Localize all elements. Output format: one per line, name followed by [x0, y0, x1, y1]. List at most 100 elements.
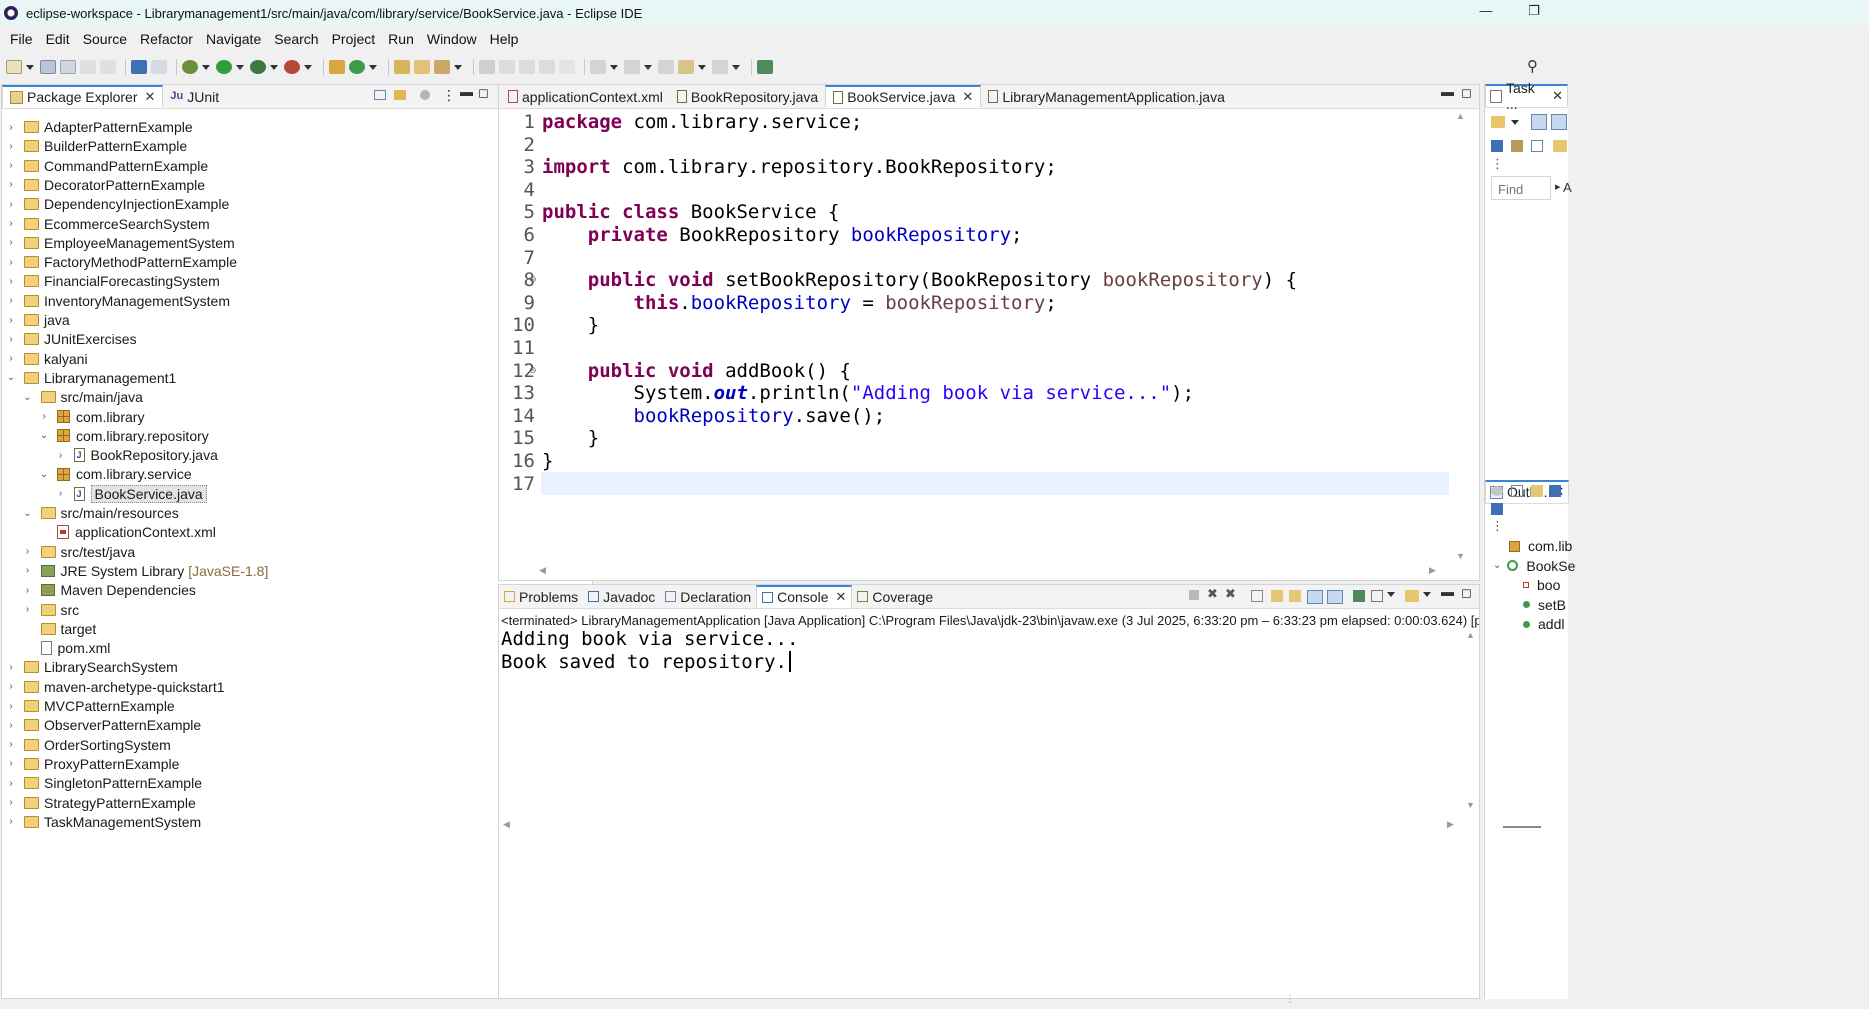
new-java-class-icon[interactable] — [349, 60, 365, 74]
show-on-stdout-icon[interactable] — [1307, 590, 1323, 604]
synchronize-icon[interactable] — [1553, 140, 1567, 152]
tree-item[interactable]: › StrategyPatternExample — [6, 793, 195, 813]
menu-project[interactable]: Project — [326, 31, 382, 47]
next-annotation-icon[interactable] — [590, 60, 606, 74]
tab-javadoc[interactable]: Javadoc — [583, 585, 660, 608]
scroll-up-icon[interactable]: ▲ — [1456, 111, 1465, 121]
collapse-all-icon[interactable] — [1511, 485, 1523, 497]
scroll-lock-icon[interactable] — [1271, 590, 1283, 602]
editor-vertical-scrollbar[interactable]: ▲ ▼ — [1454, 111, 1468, 567]
tree-item[interactable]: ⌄ Librarymanagement1 — [6, 368, 177, 388]
chevron-right-icon[interactable]: › — [6, 681, 16, 692]
debug-dropdown-icon[interactable] — [202, 64, 210, 70]
word-wrap-icon[interactable] — [519, 60, 535, 74]
chevron-right-icon[interactable]: › — [6, 315, 16, 326]
close-icon[interactable]: ✕ — [145, 89, 156, 105]
display-console-dropdown-icon[interactable] — [1387, 592, 1395, 597]
find-menu-icon[interactable]: ▸ — [1555, 180, 1561, 193]
chevron-right-icon[interactable]: › — [6, 353, 16, 364]
tree-item[interactable]: › DecoratorPatternExample — [6, 175, 205, 195]
maximize-button[interactable]: ❐ — [1522, 3, 1546, 21]
scroll-left-icon[interactable]: ◀ — [503, 819, 510, 830]
search-dropdown-icon[interactable] — [454, 64, 462, 70]
scheduled-icon[interactable] — [1551, 114, 1567, 130]
new-dropdown-icon[interactable] — [26, 64, 34, 70]
scroll-right-icon[interactable]: ▶ — [1447, 819, 1454, 830]
editor-tab[interactable]: LibraryManagementApplication.java — [981, 85, 1232, 108]
chevron-right-icon[interactable]: › — [23, 585, 33, 596]
chevron-down-icon[interactable]: ⌄ — [23, 508, 33, 519]
chevron-right-icon[interactable]: › — [23, 565, 33, 576]
pin-console-icon[interactable] — [1353, 590, 1365, 602]
tab-declaration[interactable]: Declaration — [660, 585, 756, 608]
chevron-right-icon[interactable]: › — [6, 160, 16, 171]
clear-console-icon[interactable] — [1251, 590, 1263, 602]
tree-item[interactable]: › J BookRepository.java — [56, 445, 218, 465]
chevron-right-icon[interactable]: › — [6, 662, 16, 673]
menu-refactor[interactable]: Refactor — [134, 31, 199, 47]
chevron-down-icon[interactable]: ⌄ — [6, 372, 16, 383]
new-task-icon[interactable] — [1491, 116, 1505, 128]
word-wrap-console-icon[interactable] — [1289, 590, 1301, 602]
tree-item[interactable]: › java — [6, 310, 69, 330]
collapse-all-icon[interactable] — [1531, 140, 1543, 152]
tree-item[interactable]: › src/test/java — [23, 542, 135, 562]
outline-item[interactable]: ⌄ BookSe — [1493, 558, 1575, 574]
chevron-right-icon[interactable]: › — [6, 797, 16, 808]
chevron-right-icon[interactable]: › — [6, 701, 16, 712]
hide-fields-icon[interactable] — [1531, 485, 1543, 497]
previous-annotation-dropdown-icon[interactable] — [644, 64, 652, 70]
tree-item[interactable]: › ObserverPatternExample — [6, 715, 201, 735]
show-whitespace-icon[interactable] — [539, 60, 555, 74]
forward-dropdown-icon[interactable] — [732, 64, 740, 70]
chevron-right-icon[interactable]: › — [6, 758, 16, 769]
view-menu-icon[interactable]: ⋮ — [442, 87, 456, 104]
status-bar-grip-icon[interactable]: ⋮ — [1285, 994, 1295, 1005]
menu-file[interactable]: File — [4, 31, 39, 47]
focus-workweek-icon[interactable] — [1511, 140, 1523, 152]
undo-icon[interactable] — [80, 60, 96, 74]
toggle-block-selection-icon[interactable] — [499, 60, 515, 74]
redo-icon[interactable] — [100, 60, 116, 74]
menu-window[interactable]: Window — [421, 31, 483, 47]
tree-item[interactable]: › LibrarySearchSystem — [6, 657, 178, 677]
tree-item[interactable]: › JRE System Library [JavaSE-1.8] — [23, 561, 269, 581]
tree-item[interactable]: › EmployeeManagementSystem — [6, 233, 234, 253]
menu-search[interactable]: Search — [268, 31, 324, 47]
chevron-down-icon[interactable]: ⌄ — [1493, 560, 1501, 571]
tree-item[interactable]: › InventoryManagementSystem — [6, 291, 230, 311]
hide-completed-icon[interactable] — [1491, 140, 1503, 152]
tab-package-explorer[interactable]: Package Explorer ✕ — [2, 85, 164, 108]
tree-item[interactable]: ⌄ src/main/resources — [23, 503, 178, 523]
tree-item[interactable]: pom.xml — [23, 638, 110, 658]
tree-item[interactable]: target — [23, 619, 96, 639]
new-icon[interactable] — [6, 60, 22, 74]
chevron-right-icon[interactable]: › — [56, 488, 66, 499]
menu-edit[interactable]: Edit — [40, 31, 76, 47]
tree-item[interactable]: ⌄ src/main/java — [23, 387, 143, 407]
pin-editor-icon[interactable] — [757, 60, 773, 74]
tree-item[interactable]: › J BookService.java — [56, 484, 207, 504]
minimize-view-icon[interactable]: ▬ — [460, 84, 473, 99]
scroll-up-icon[interactable]: ▲ — [1466, 630, 1475, 640]
chevron-right-icon[interactable]: › — [6, 122, 16, 133]
fold-collapse-icon[interactable]: ⊖ — [529, 365, 537, 376]
chevron-right-icon[interactable]: › — [56, 450, 66, 461]
horizontal-scrollbar-thumb[interactable] — [1503, 826, 1541, 828]
tree-item[interactable]: › maven-archetype-quickstart1 — [6, 677, 224, 697]
editor-tab[interactable]: BookRepository.java — [670, 85, 825, 108]
terminal-icon[interactable] — [131, 60, 147, 74]
tree-item[interactable]: › JUnitExercises — [6, 329, 136, 349]
external-tools-dropdown-icon[interactable] — [304, 64, 312, 70]
tree-item[interactable]: › EcommerceSearchSystem — [6, 214, 209, 234]
minimize-editor-icon[interactable]: ▬ — [1441, 84, 1454, 99]
new-java-package-icon[interactable] — [329, 60, 345, 74]
editor-horizontal-scrollbar[interactable]: ◀ ▶ — [539, 565, 1439, 579]
open-console-icon[interactable] — [1405, 590, 1419, 602]
debug-icon[interactable] — [182, 60, 198, 74]
chevron-right-icon[interactable]: › — [6, 237, 16, 248]
scroll-left-icon[interactable]: ◀ — [539, 565, 546, 576]
tree-item[interactable]: ⌄ com.library.repository — [39, 426, 209, 446]
coverage-run-icon[interactable] — [250, 60, 266, 74]
tree-item[interactable]: › AdapterPatternExample — [6, 117, 192, 137]
